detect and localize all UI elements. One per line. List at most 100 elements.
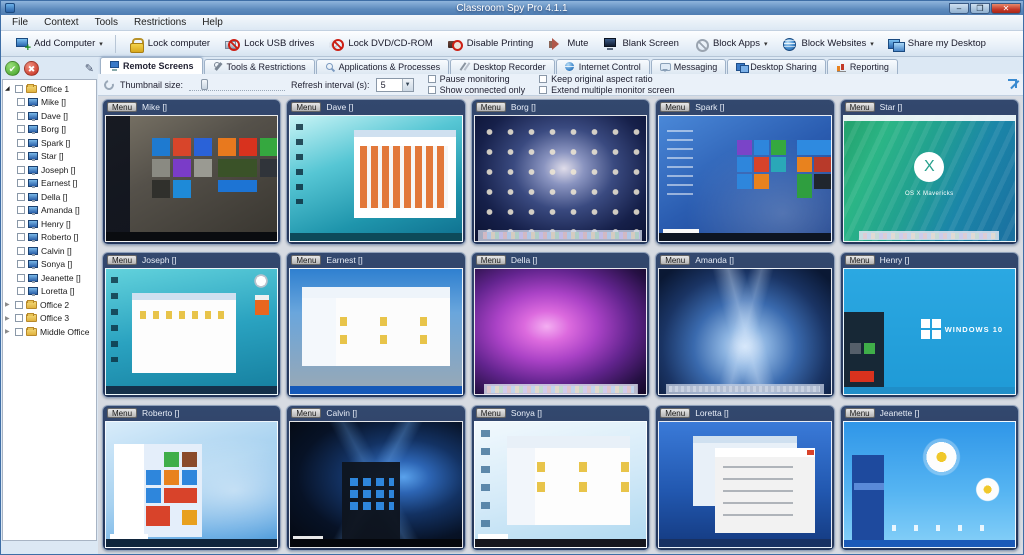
computer-thumbnail[interactable]: Menu Amanda [] bbox=[655, 252, 834, 398]
tab[interactable]: Desktop Sharing bbox=[727, 59, 826, 74]
computer-thumbnail[interactable]: Menu Dave [] bbox=[286, 99, 465, 245]
option-checkbox-item[interactable]: Extend multiple monitor screen bbox=[539, 85, 675, 96]
tree-computer-item[interactable]: Borg [] bbox=[3, 123, 96, 137]
remote-screen-preview[interactable] bbox=[658, 115, 831, 242]
computer-checkbox[interactable] bbox=[17, 206, 25, 214]
computer-checkbox[interactable] bbox=[17, 247, 25, 255]
group-checkbox[interactable] bbox=[15, 314, 23, 322]
remote-screen-preview[interactable] bbox=[289, 115, 462, 242]
group-checkbox[interactable] bbox=[15, 85, 23, 93]
remote-screen-preview[interactable] bbox=[105, 268, 278, 395]
remote-screen-preview[interactable] bbox=[658, 268, 831, 395]
remote-screen-preview[interactable] bbox=[474, 268, 647, 395]
computer-thumbnail[interactable]: Menu Loretta [] bbox=[655, 405, 834, 551]
tree-computer-item[interactable]: Della [] bbox=[3, 190, 96, 204]
remote-screen-preview[interactable] bbox=[843, 421, 1016, 548]
thumbnail-menu-button[interactable]: Menu bbox=[845, 255, 875, 265]
menu-item[interactable]: File bbox=[5, 16, 35, 29]
expander-icon[interactable] bbox=[5, 328, 12, 335]
tab[interactable]: Applications & Processes bbox=[316, 59, 450, 74]
thumbnail-menu-button[interactable]: Menu bbox=[107, 102, 137, 112]
thumbnail-menu-button[interactable]: Menu bbox=[291, 255, 321, 265]
computer-thumbnail[interactable]: Menu Sonya [] bbox=[471, 405, 650, 551]
menu-item[interactable]: Context bbox=[37, 16, 85, 29]
computer-checkbox[interactable] bbox=[17, 152, 25, 160]
option-checkbox-item[interactable]: Keep original aspect ratio bbox=[539, 74, 675, 85]
computer-checkbox[interactable] bbox=[17, 166, 25, 174]
thumbnail-menu-button[interactable]: Menu bbox=[476, 255, 506, 265]
thumbnail-menu-button[interactable]: Menu bbox=[660, 408, 690, 418]
tree-computer-item[interactable]: Loretta [] bbox=[3, 285, 96, 299]
thumbnail-menu-button[interactable]: Menu bbox=[845, 102, 875, 112]
menu-item[interactable]: Restrictions bbox=[127, 16, 193, 29]
thumbnail-menu-button[interactable]: Menu bbox=[107, 408, 137, 418]
computer-checkbox[interactable] bbox=[17, 125, 25, 133]
tree-computer-item[interactable]: Roberto [] bbox=[3, 231, 96, 245]
expand-view-icon[interactable] bbox=[1006, 79, 1017, 90]
slider-thumb[interactable] bbox=[201, 79, 208, 90]
computer-checkbox[interactable] bbox=[17, 220, 25, 228]
tab[interactable]: Internet Control bbox=[556, 59, 650, 74]
toolbar-button[interactable]: Share my Desktop bbox=[881, 35, 993, 53]
computer-thumbnail[interactable]: Menu Joseph [] bbox=[102, 252, 281, 398]
checkbox[interactable] bbox=[428, 75, 436, 83]
computer-checkbox[interactable] bbox=[17, 112, 25, 120]
option-checkbox-item[interactable]: Pause monitoring bbox=[428, 74, 526, 85]
checkbox[interactable] bbox=[539, 75, 547, 83]
minimize-button[interactable]: – bbox=[949, 3, 969, 14]
remote-screen-preview[interactable] bbox=[474, 115, 647, 242]
checkbox[interactable] bbox=[539, 86, 547, 94]
computer-thumbnail[interactable]: Menu Roberto [] bbox=[102, 405, 281, 551]
tab[interactable]: Reporting bbox=[827, 59, 898, 74]
tree-computer-item[interactable]: Amanda [] bbox=[3, 204, 96, 218]
expander-icon[interactable] bbox=[5, 315, 12, 322]
tree-computer-item[interactable]: Dave [] bbox=[3, 109, 96, 123]
menu-item[interactable]: Help bbox=[195, 16, 230, 29]
remote-screen-preview[interactable] bbox=[105, 115, 278, 242]
thumbnail-size-slider[interactable] bbox=[189, 79, 285, 91]
tab[interactable]: Messaging bbox=[651, 59, 727, 74]
thumbnail-menu-button[interactable]: Menu bbox=[476, 408, 506, 418]
disconnect-computers-button[interactable]: ✖ bbox=[24, 61, 39, 76]
tree-group-row[interactable]: Office 3 bbox=[3, 312, 96, 326]
toolbar-button[interactable]: Block Apps ▾ bbox=[686, 35, 775, 53]
toolbar-button[interactable]: Disable Printing bbox=[440, 35, 541, 53]
computer-checkbox[interactable] bbox=[17, 287, 25, 295]
computer-checkbox[interactable] bbox=[17, 260, 25, 268]
toolbar-button[interactable]: Mute bbox=[540, 35, 595, 53]
remote-screen-preview[interactable] bbox=[658, 421, 831, 548]
computer-checkbox[interactable] bbox=[17, 274, 25, 282]
computer-thumbnail[interactable]: Menu Jeanette [] bbox=[840, 405, 1019, 551]
computer-thumbnail[interactable]: Menu Henry [] bbox=[840, 252, 1019, 398]
tree-group-row[interactable]: Office 1 bbox=[3, 82, 96, 96]
tree-group-row[interactable]: Office 2 bbox=[3, 298, 96, 312]
tab[interactable]: Tools & Restrictions bbox=[204, 59, 315, 74]
tree-computer-item[interactable]: Joseph [] bbox=[3, 163, 96, 177]
computer-thumbnail[interactable]: Menu Calvin [] bbox=[286, 405, 465, 551]
remote-screen-preview[interactable] bbox=[289, 268, 462, 395]
computer-thumbnail[interactable]: Menu Star [] bbox=[840, 99, 1019, 245]
tree-computer-item[interactable]: Sonya [] bbox=[3, 258, 96, 272]
checkbox[interactable] bbox=[428, 86, 436, 94]
toolbar-button[interactable]: Lock DVD/CD-ROM bbox=[321, 35, 439, 53]
tab[interactable]: Remote Screens bbox=[100, 57, 203, 74]
computer-thumbnail[interactable]: Menu Earnest [] bbox=[286, 252, 465, 398]
tree-computer-item[interactable]: Mike [] bbox=[3, 96, 96, 110]
expander-icon[interactable] bbox=[5, 85, 12, 92]
tree-computer-item[interactable]: Earnest [] bbox=[3, 177, 96, 191]
tree-computer-item[interactable]: Jeanette [] bbox=[3, 271, 96, 285]
thumbnail-menu-button[interactable]: Menu bbox=[845, 408, 875, 418]
remote-screen-preview[interactable] bbox=[843, 268, 1016, 395]
toolbar-button[interactable]: Lock computer bbox=[121, 35, 217, 53]
computer-thumbnail[interactable]: Menu Mike [] bbox=[102, 99, 281, 245]
computer-checkbox[interactable] bbox=[17, 193, 25, 201]
computer-checkbox[interactable] bbox=[17, 98, 25, 106]
tree-group-row[interactable]: Middle Office bbox=[3, 325, 96, 339]
thumbnail-menu-button[interactable]: Menu bbox=[107, 255, 137, 265]
tree-computer-item[interactable]: Calvin [] bbox=[3, 244, 96, 258]
thumbnail-menu-button[interactable]: Menu bbox=[291, 102, 321, 112]
refresh-interval-select[interactable]: 5 ▼ bbox=[376, 78, 414, 92]
toolbar-button[interactable]: Block Websites ▾ bbox=[774, 35, 880, 53]
computer-checkbox[interactable] bbox=[17, 233, 25, 241]
thumbnail-menu-button[interactable]: Menu bbox=[660, 102, 690, 112]
